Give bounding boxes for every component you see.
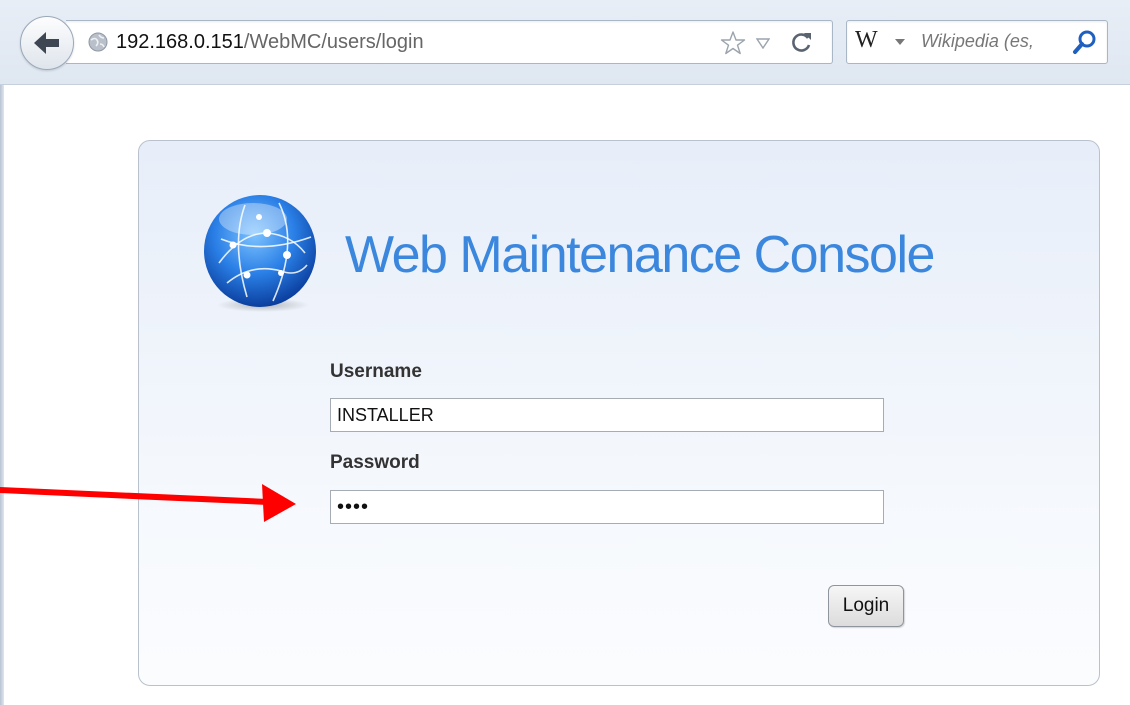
password-label: Password [330, 452, 420, 473]
engine-dropdown-icon[interactable] [895, 38, 905, 46]
back-button[interactable] [20, 16, 74, 70]
wikipedia-engine-icon[interactable]: W [855, 27, 878, 54]
console-title: Web Maintenance Console [345, 226, 935, 284]
history-dropdown-icon[interactable] [756, 37, 770, 49]
window-edge [0, 0, 4, 705]
password-field[interactable] [330, 490, 884, 524]
search-placeholder: Wikipedia (es, [921, 31, 1034, 51]
red-annotation-arrow [0, 484, 296, 522]
site-identity-globe-icon[interactable] [88, 32, 108, 52]
url-host: 192.168.0.151 [116, 31, 244, 53]
url-text: 192.168.0.151/WebMC/users/login [116, 30, 424, 54]
url-path: /WebMC/users/login [243, 31, 424, 53]
bookmark-star-icon[interactable] [720, 30, 746, 56]
login-button[interactable]: Login [828, 585, 904, 627]
search-bar[interactable]: W Wikipedia (es, [846, 20, 1108, 64]
login-panel: Web Maintenance Console Username Passwor… [138, 140, 1100, 686]
reload-icon[interactable] [790, 30, 814, 54]
username-label: Username [330, 361, 422, 382]
browser-toolbar: 192.168.0.151/WebMC/users/login W Wikipe… [0, 0, 1130, 85]
back-arrow-icon [34, 32, 59, 54]
network-globe-logo-icon [204, 195, 316, 312]
url-bar[interactable]: 192.168.0.151/WebMC/users/login [66, 20, 833, 64]
search-icon[interactable] [1071, 28, 1099, 56]
screenshot: 192.168.0.151/WebMC/users/login W Wikipe… [0, 0, 1130, 705]
username-field[interactable] [330, 398, 884, 432]
